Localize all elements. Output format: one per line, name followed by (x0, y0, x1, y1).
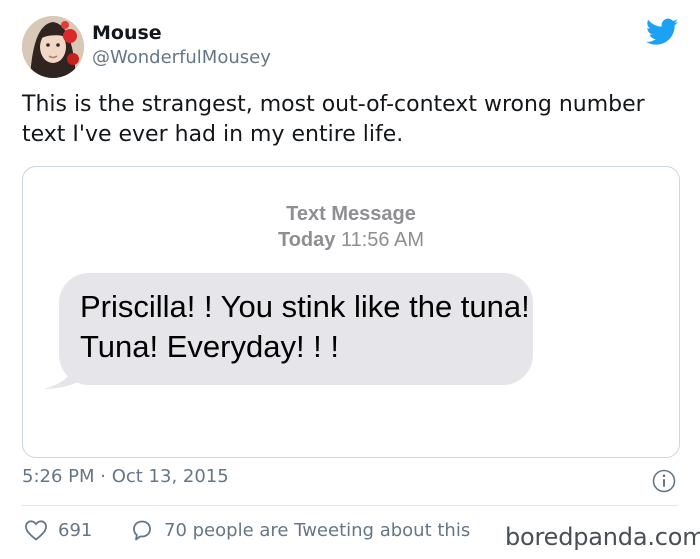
sms-timestamp: Today 11:56 AM (23, 229, 679, 252)
heart-icon (25, 520, 47, 541)
sms-date-label: Today (277, 229, 336, 251)
divider (22, 505, 678, 506)
tweet-text: This is the strangest, most out-of-conte… (22, 92, 645, 147)
info-icon[interactable] (652, 469, 676, 493)
avatar-image (22, 16, 84, 78)
chat-bubble-icon (133, 520, 151, 541)
twitter-bird-icon[interactable] (646, 18, 678, 46)
message-text: Priscilla! ! You stink like the tuna! Tu… (80, 289, 530, 364)
author-name[interactable]: Mouse (92, 22, 162, 44)
avatar[interactable] (22, 16, 84, 78)
conversation-label: 70 people are Tweeting about this (164, 519, 471, 541)
sms-header: Text Message (286, 203, 416, 225)
sms-time: 11:56 AM (340, 229, 424, 251)
like-button[interactable]: 691 (24, 517, 92, 543)
tweet-timestamp[interactable]: 5:26 PM · Oct 13, 2015 (22, 466, 229, 487)
embedded-screenshot[interactable]: Text Message Today 11:56 AM Priscilla! !… (22, 166, 680, 458)
author-handle[interactable]: @WonderfulMousey (92, 47, 271, 68)
watermark: boredpanda.com (505, 523, 700, 551)
like-count: 691 (58, 519, 93, 541)
conversation-link[interactable]: 70 people are Tweeting about this (130, 517, 470, 543)
tweet-card: Mouse @WonderfulMousey This is the stran… (0, 0, 700, 559)
